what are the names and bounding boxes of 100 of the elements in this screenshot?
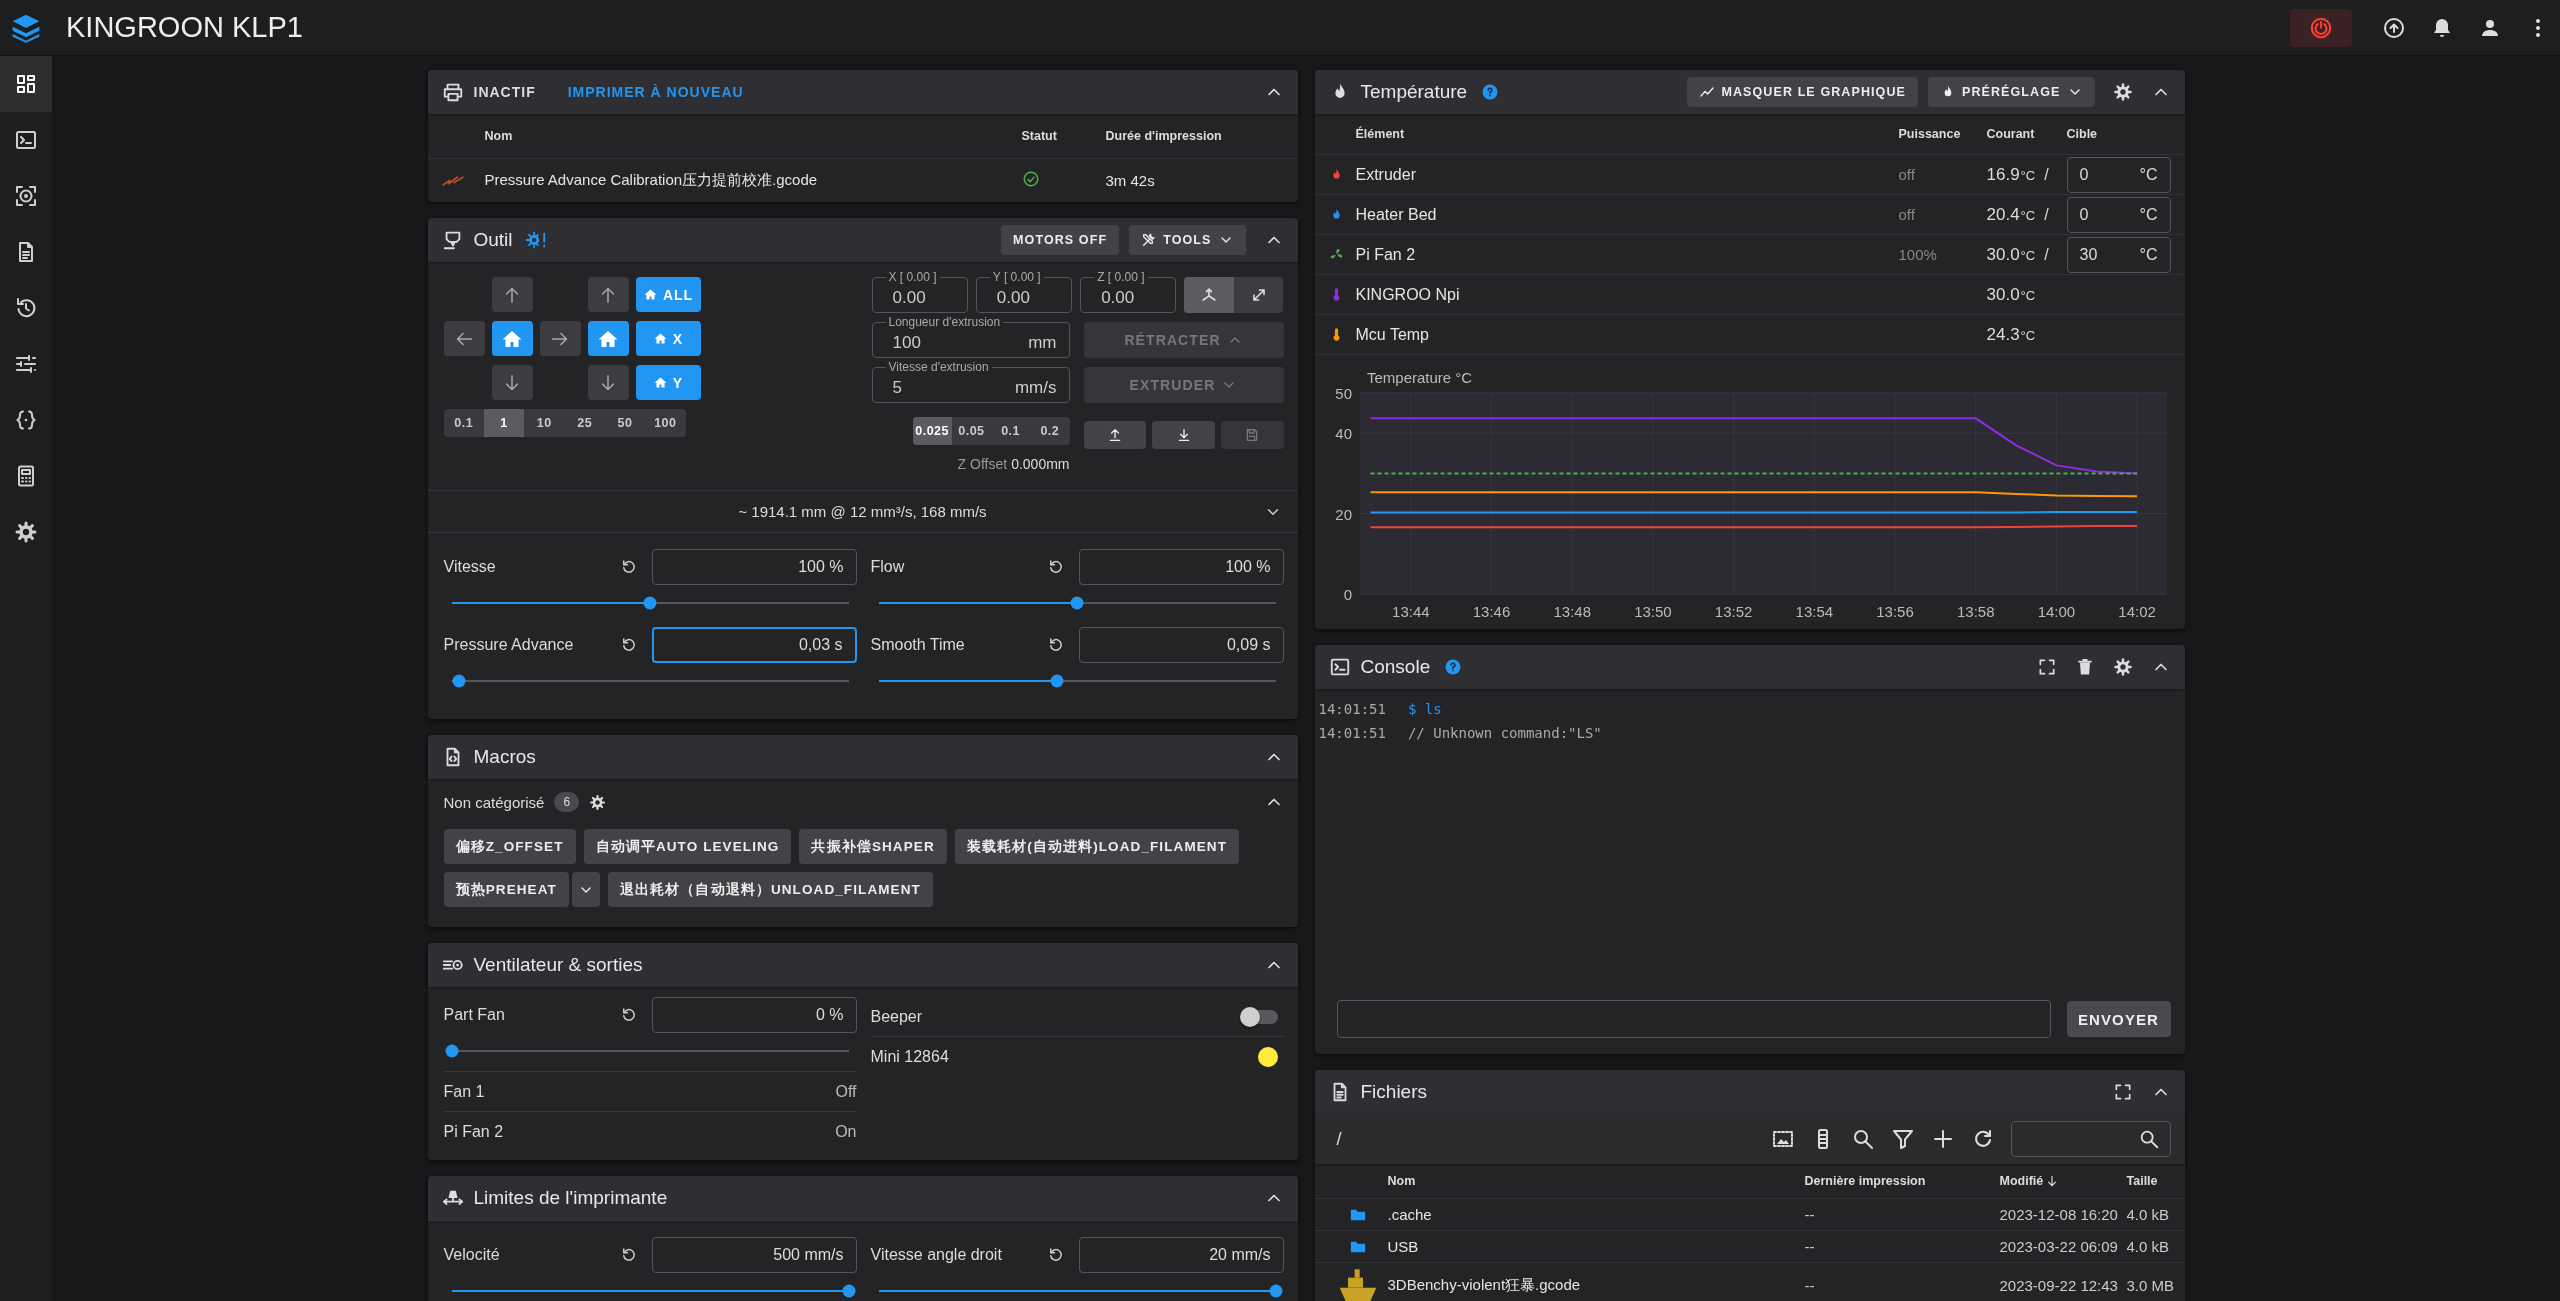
- macro-button[interactable]: 共振补偿SHAPER: [799, 829, 947, 864]
- sensor-name[interactable]: Pi Fan 2: [1355, 245, 1899, 264]
- reprint-link[interactable]: IMPRIMER À NOUVEAU: [567, 84, 744, 100]
- slider-label: Part Fan: [443, 1006, 506, 1024]
- panel-title: Limites de l'imprimante: [473, 1187, 668, 1209]
- step-size-option[interactable]: 10: [524, 409, 565, 437]
- home-button[interactable]: [491, 321, 533, 356]
- value-field[interactable]: 0,09 s: [1078, 627, 1284, 663]
- macro-button[interactable]: 偏移Z_OFFSET: [443, 829, 576, 864]
- move-mode-button[interactable]: [1184, 277, 1234, 313]
- step-size-option[interactable]: 100: [645, 409, 686, 437]
- home-icon: [652, 331, 668, 346]
- dropdown-button[interactable]: [571, 872, 600, 907]
- z-step-option[interactable]: 0.1: [991, 416, 1031, 445]
- field-label: Vitesse d'extrusion: [885, 360, 992, 374]
- cog-alert-icon[interactable]: [524, 229, 547, 251]
- summary-bar[interactable]: ~ 1914.1 mm @ 12 mm³/s, 168 mm/s: [427, 490, 1298, 532]
- slider-label: Pressure Advance: [443, 636, 575, 654]
- sensor-name[interactable]: Mcu Temp: [1355, 325, 1899, 344]
- slider-thumb[interactable]: [1070, 596, 1084, 610]
- slider-thumb[interactable]: [1050, 674, 1064, 688]
- z-offset-label: Z Offset: [957, 456, 1008, 472]
- target-field[interactable]: 0 °C: [2066, 156, 2171, 193]
- file-name[interactable]: .cache: [1387, 1206, 1805, 1223]
- value-field[interactable]: 0 %: [651, 997, 857, 1033]
- step-size-option[interactable]: 50: [604, 409, 646, 437]
- column-header: Courant: [1986, 127, 2036, 141]
- macro-button[interactable]: 自动调平AUTO LEVELING: [583, 829, 792, 864]
- z-step-option[interactable]: 0.05: [951, 416, 991, 445]
- slider-label: Vitesse angle droit: [870, 1246, 1003, 1264]
- current-temperature: 24.3: [1986, 324, 2020, 345]
- field-value: 0.00: [1101, 288, 1136, 308]
- value-field[interactable]: 20 mm/s: [1078, 1237, 1284, 1273]
- file-name[interactable]: 3DBenchy-violent狂暴.gcode: [1387, 1276, 1805, 1295]
- motors-off-button[interactable]: MOTORS OFF: [1001, 225, 1120, 255]
- sensor-name[interactable]: Heater Bed: [1355, 205, 1899, 224]
- field-unit: mm: [1028, 333, 1057, 353]
- z-step-option[interactable]: 0.025: [912, 416, 952, 445]
- value-field[interactable]: 500 mm/s: [651, 1237, 857, 1273]
- help-icon[interactable]: [1444, 658, 1463, 676]
- jog-arrow-button[interactable]: [491, 365, 533, 400]
- target-field[interactable]: 0 °C: [2066, 196, 2171, 233]
- preset-button[interactable]: PRÉRÉGLAGE: [1928, 77, 2095, 107]
- macro-button[interactable]: 预热PREHEAT: [443, 872, 569, 907]
- column-header[interactable]: Dernière impression: [1804, 1174, 1926, 1188]
- emergency-stop-button[interactable]: [2290, 8, 2352, 47]
- field-unit: °C: [2139, 205, 2158, 224]
- last-print: --: [1804, 1238, 1816, 1255]
- sensor-name[interactable]: Extruder: [1355, 165, 1899, 184]
- tools-menu-button[interactable]: TOOLS: [1129, 225, 1246, 255]
- column-header[interactable]: Modifié: [1999, 1174, 2044, 1188]
- search-field[interactable]: [2010, 1121, 2171, 1157]
- sidebar-item[interactable]: [0, 56, 52, 112]
- send-button[interactable]: ENVOYER: [2066, 1001, 2171, 1037]
- macro-button[interactable]: 退出耗材（自动退料）UNLOAD_FILAMENT: [607, 872, 933, 907]
- z-up-button[interactable]: [1083, 421, 1147, 449]
- slider-thumb[interactable]: [1269, 1284, 1282, 1298]
- field-label: X [ 0.00 ]: [885, 270, 940, 284]
- file-name[interactable]: USB: [1387, 1238, 1805, 1255]
- help-icon[interactable]: [1481, 83, 1500, 101]
- step-size-option[interactable]: 1: [483, 409, 525, 437]
- z-step-option[interactable]: 0.2: [1030, 416, 1070, 445]
- console-icon: [1328, 656, 1351, 678]
- column-header[interactable]: Nom: [1387, 1174, 1416, 1188]
- settings-icon[interactable]: [2112, 657, 2133, 677]
- slider-thumb[interactable]: [643, 596, 657, 610]
- jog-arrow-button[interactable]: [539, 321, 581, 356]
- column-header: Puissance: [1898, 127, 1962, 141]
- settings-icon[interactable]: [2112, 82, 2133, 102]
- panel-title: Macros: [473, 746, 536, 768]
- jog-arrow-button[interactable]: [443, 321, 485, 356]
- field-label: Longueur d'extrusion: [885, 315, 1004, 329]
- current-temperature: 16.9: [1986, 164, 2020, 185]
- current-temperature: 30.0: [1986, 284, 2020, 305]
- sensor-name[interactable]: KINGROO Npi: [1355, 285, 1899, 304]
- folder-path: /: [1336, 1128, 1342, 1150]
- upload-circle-icon[interactable]: [2382, 15, 2406, 40]
- jog-arrow-button[interactable]: [491, 277, 533, 312]
- jog-arrow-button[interactable]: [587, 277, 629, 312]
- command-input[interactable]: [1336, 1000, 2051, 1038]
- step-size-option[interactable]: 25: [564, 409, 605, 437]
- slider-label: Velocité: [443, 1246, 501, 1264]
- settings-icon[interactable]: [589, 793, 607, 811]
- slider-thumb[interactable]: [445, 1044, 458, 1058]
- target-field[interactable]: 30 °C: [2066, 236, 2171, 273]
- z-down-button[interactable]: [1152, 421, 1215, 449]
- value-field[interactable]: 100 %: [1078, 549, 1284, 585]
- value-field[interactable]: 0,03 s: [651, 627, 857, 663]
- slider-thumb[interactable]: [452, 674, 466, 688]
- hide-chart-button[interactable]: MASQUER LE GRAPHIQUE: [1687, 77, 1918, 107]
- home-button[interactable]: [587, 321, 629, 356]
- value-field[interactable]: 100 %: [651, 549, 857, 585]
- column-header[interactable]: Taille: [2126, 1174, 2158, 1188]
- modified-date: 2023-12-08 16:20: [1999, 1206, 2119, 1223]
- panel-title: Fichiers: [1360, 1081, 1427, 1103]
- step-size-option[interactable]: 0.1: [443, 409, 484, 437]
- macro-button[interactable]: 装载耗材(自动进料)LOAD_FILAMENT: [954, 829, 1240, 864]
- slider-thumb[interactable]: [842, 1284, 855, 1298]
- jog-arrow-button[interactable]: [587, 365, 629, 400]
- filter-icon[interactable]: [1890, 1127, 1915, 1151]
